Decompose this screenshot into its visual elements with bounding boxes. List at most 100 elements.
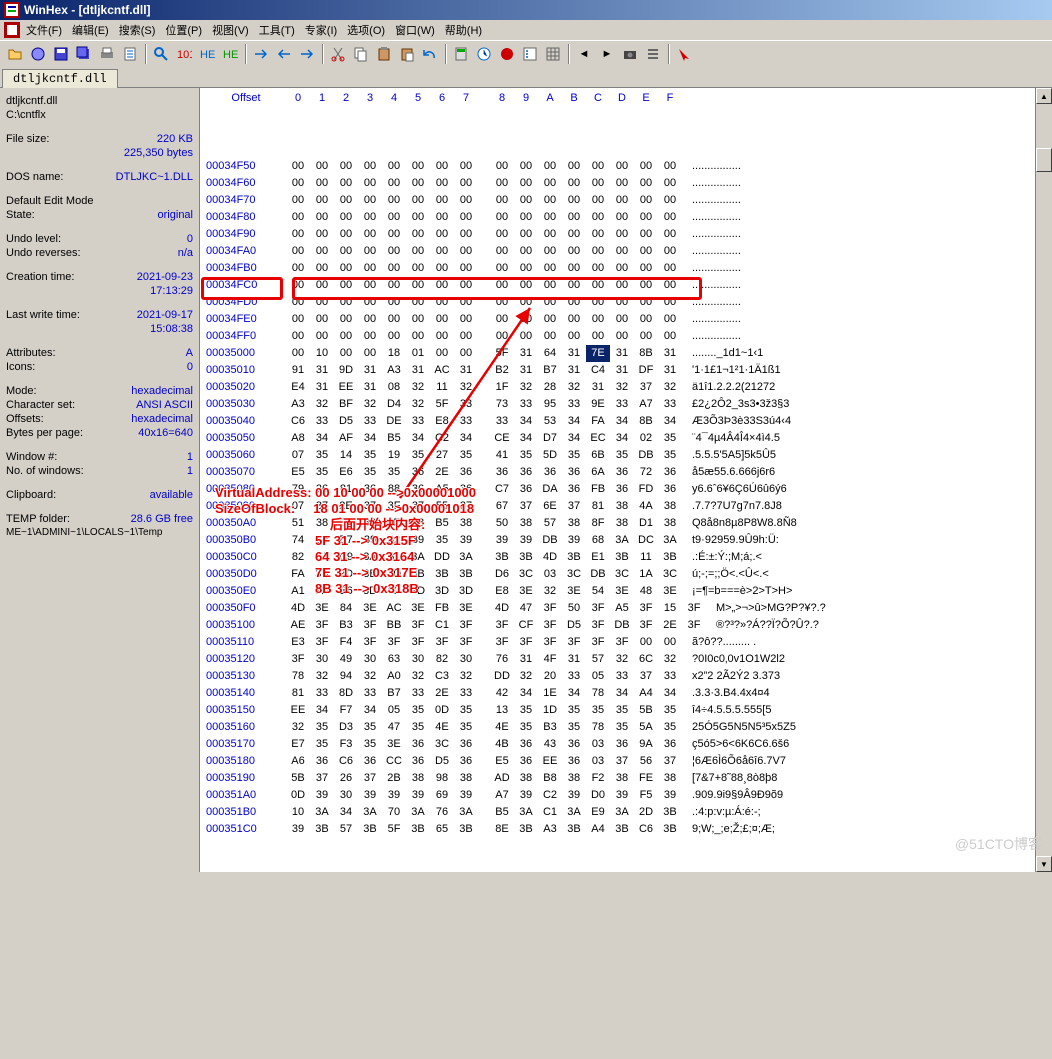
hex-row[interactable]: 0003500000100000180100005F3164317E318B31… — [206, 345, 1029, 362]
attr-value: A — [186, 346, 193, 360]
menu-position[interactable]: 位置(P) — [165, 22, 202, 38]
tb-saveall-icon[interactable] — [73, 43, 95, 65]
tb-clip-icon[interactable] — [373, 43, 395, 65]
tb-snapshot-icon[interactable] — [619, 43, 641, 65]
creation-time: 17:13:29 — [150, 284, 193, 298]
hex-row[interactable]: 00035060073514351935273541355D356B35DB35… — [206, 447, 1029, 464]
menu-options[interactable]: 选项(O) — [347, 22, 385, 38]
icons-value: 0 — [187, 360, 193, 374]
hex-row[interactable]: 00035040C633D533DE33E83333345334FA348B34… — [206, 413, 1029, 430]
menu-search[interactable]: 搜索(S) — [119, 22, 156, 38]
file-name: dtljkcntf.dll — [6, 94, 57, 108]
tb-save-icon[interactable] — [50, 43, 72, 65]
hex-content[interactable]: Offset0123456789ABCDEF 00034F50000000000… — [200, 88, 1035, 872]
hex-row[interactable]: 00035050A834AF34B534C234CE34D734EC340235… — [206, 430, 1029, 447]
hex-row[interactable]: 00034FF000000000000000000000000000000000… — [206, 328, 1029, 345]
filesize-label: File size: — [6, 132, 49, 146]
menu-file[interactable]: 文件(F) — [26, 22, 62, 38]
title-text: WinHex - [dtljkcntf.dll] — [24, 3, 151, 17]
annotation-l4: 8B 31 --> 0x318B — [315, 580, 419, 597]
clip-label: Clipboard: — [6, 488, 56, 502]
hex-row[interactable]: 00035170E735F3353E363C364B36433603369A36… — [206, 736, 1029, 753]
menu-tools[interactable]: 工具(T) — [259, 22, 295, 38]
hex-row[interactable]: 0003514081338D33B7332E3342341E347834A434… — [206, 685, 1029, 702]
hex-row[interactable]: 00034FA000000000000000000000000000000000… — [206, 243, 1029, 260]
scroll-thumb[interactable] — [1036, 148, 1052, 172]
tb-goto-icon[interactable] — [250, 43, 272, 65]
hex-row[interactable]: 00034F6000000000000000000000000000000000… — [206, 175, 1029, 192]
svg-text:HEX: HEX — [223, 49, 238, 61]
hex-row[interactable]: 00035020E431EE31083211321F32283231323732… — [206, 379, 1029, 396]
hex-row[interactable]: 00035150EE34F73405350D3513351D3535355B35… — [206, 702, 1029, 719]
tb-stop-icon[interactable] — [496, 43, 518, 65]
tb-undo-icon[interactable] — [419, 43, 441, 65]
annotation-arrow — [370, 298, 550, 508]
charset-value: ANSI ASCII — [136, 398, 193, 412]
tb-opts-icon[interactable] — [519, 43, 541, 65]
tb-grid-icon[interactable] — [542, 43, 564, 65]
hex-row[interactable]: 00034FB000000000000000000000000000000000… — [206, 260, 1029, 277]
tb-cut-icon[interactable] — [327, 43, 349, 65]
filesize-bytes: 225,350 bytes — [124, 146, 193, 160]
menu-window[interactable]: 窗口(W) — [395, 22, 435, 38]
menu-edit[interactable]: 编辑(E) — [72, 22, 109, 38]
scroll-up-icon[interactable]: ▲ — [1036, 88, 1052, 104]
tb-print-icon[interactable] — [96, 43, 118, 65]
tb-help-icon[interactable] — [673, 43, 695, 65]
tabbar: dtljkcntf.dll — [0, 66, 1052, 88]
hex-row[interactable]: 00035180A636C636CC36D536E536EE3603375637… — [206, 753, 1029, 770]
menubar: 文件(F) 编辑(E) 搜索(S) 位置(P) 视图(V) 工具(T) 专家(I… — [0, 20, 1052, 40]
menu-icon — [4, 22, 20, 38]
tb-fwd-icon[interactable] — [296, 43, 318, 65]
hex-row[interactable]: 00035100AE3FB33FBB3FC13F3FCF3FD53FDB3F2E… — [206, 617, 1029, 634]
tb-time-icon[interactable] — [473, 43, 495, 65]
hex-row[interactable]: 00035110E33FF43F3F3F3F3F3F3F3F3F3F3F0000… — [206, 634, 1029, 651]
hex-row[interactable]: 000351905B3726372B389838AD38B838F238FE38… — [206, 770, 1029, 787]
hex-row[interactable]: 00034FE000000000000000000000000000000000… — [206, 311, 1029, 328]
tb-open-icon[interactable] — [4, 43, 26, 65]
scrollbar[interactable]: ▲ ▼ — [1035, 88, 1052, 872]
hex-row[interactable]: 000351B0103A343A703A763AB53AC13AE93A2D3B… — [206, 804, 1029, 821]
hex-row[interactable]: 000351603235D33547354E354E35B33578355A35… — [206, 719, 1029, 736]
tb-hex-icon[interactable]: HEX — [196, 43, 218, 65]
tb-back-icon[interactable] — [273, 43, 295, 65]
tb-list-icon[interactable] — [642, 43, 664, 65]
tb-disk-icon[interactable] — [27, 43, 49, 65]
hex-row[interactable]: 000351203F3049306330823076314F3157326C32… — [206, 651, 1029, 668]
icons-label: Icons: — [6, 360, 35, 374]
file-tab[interactable]: dtljkcntf.dll — [2, 69, 118, 88]
menu-expert[interactable]: 专家(I) — [305, 22, 337, 38]
bpp-value: 40x16=640 — [138, 426, 193, 440]
hex-row[interactable]: 00034F7000000000000000000000000000000000… — [206, 192, 1029, 209]
tb-copy-icon[interactable] — [350, 43, 372, 65]
editmode-header: Default Edit Mode — [6, 194, 93, 208]
hex-area: Offset0123456789ABCDEF 00034F50000000000… — [200, 88, 1052, 872]
tb-101-icon[interactable]: 101 — [173, 43, 195, 65]
hex-row[interactable]: 00034F9000000000000000000000000000000000… — [206, 226, 1029, 243]
separator — [568, 44, 570, 64]
hex-row[interactable]: 000350F04D3E843EAC3EFB3E4D473F503FA53F15… — [206, 600, 1029, 617]
state-value: original — [158, 208, 193, 222]
hex-row[interactable]: 000351A00D39303939396939A739C239D039F539… — [206, 787, 1029, 804]
hex-row[interactable]: 00034F8000000000000000000000000000000000… — [206, 209, 1029, 226]
numwin-value: 1 — [187, 464, 193, 478]
tb-props-icon[interactable] — [119, 43, 141, 65]
hex-row[interactable]: 00035030A332BF32D4325F33733395339E33A733… — [206, 396, 1029, 413]
hex-row[interactable]: 0003501091319D31A331AC31B231B731C431DF31… — [206, 362, 1029, 379]
menu-help[interactable]: 帮助(H) — [445, 22, 482, 38]
hex-row[interactable]: 00034F5000000000000000000000000000000000… — [206, 158, 1029, 175]
scroll-down-icon[interactable]: ▼ — [1036, 856, 1052, 872]
annotation-header: 后面开始块内容: — [330, 516, 425, 533]
tb-hex2-icon[interactable]: HEX — [219, 43, 241, 65]
lastwrite-date: 2021-09-17 — [137, 308, 193, 322]
hex-row[interactable]: 0003513078329432A032C332DD32203305333733… — [206, 668, 1029, 685]
hex-row[interactable]: 00035070E535E63535362E36363636366A367236… — [206, 464, 1029, 481]
tb-calc-icon[interactable] — [450, 43, 472, 65]
tb-play-prev-icon[interactable]: ◄ — [573, 43, 595, 65]
hex-row[interactable]: 000351C0393B573B5F3B653B8E3BA33BA43BC63B… — [206, 821, 1029, 838]
tb-play-next-icon[interactable]: ► — [596, 43, 618, 65]
tb-find-icon[interactable] — [150, 43, 172, 65]
menu-view[interactable]: 视图(V) — [212, 22, 249, 38]
tb-paste-icon[interactable] — [396, 43, 418, 65]
undorev-value: n/a — [178, 246, 193, 260]
